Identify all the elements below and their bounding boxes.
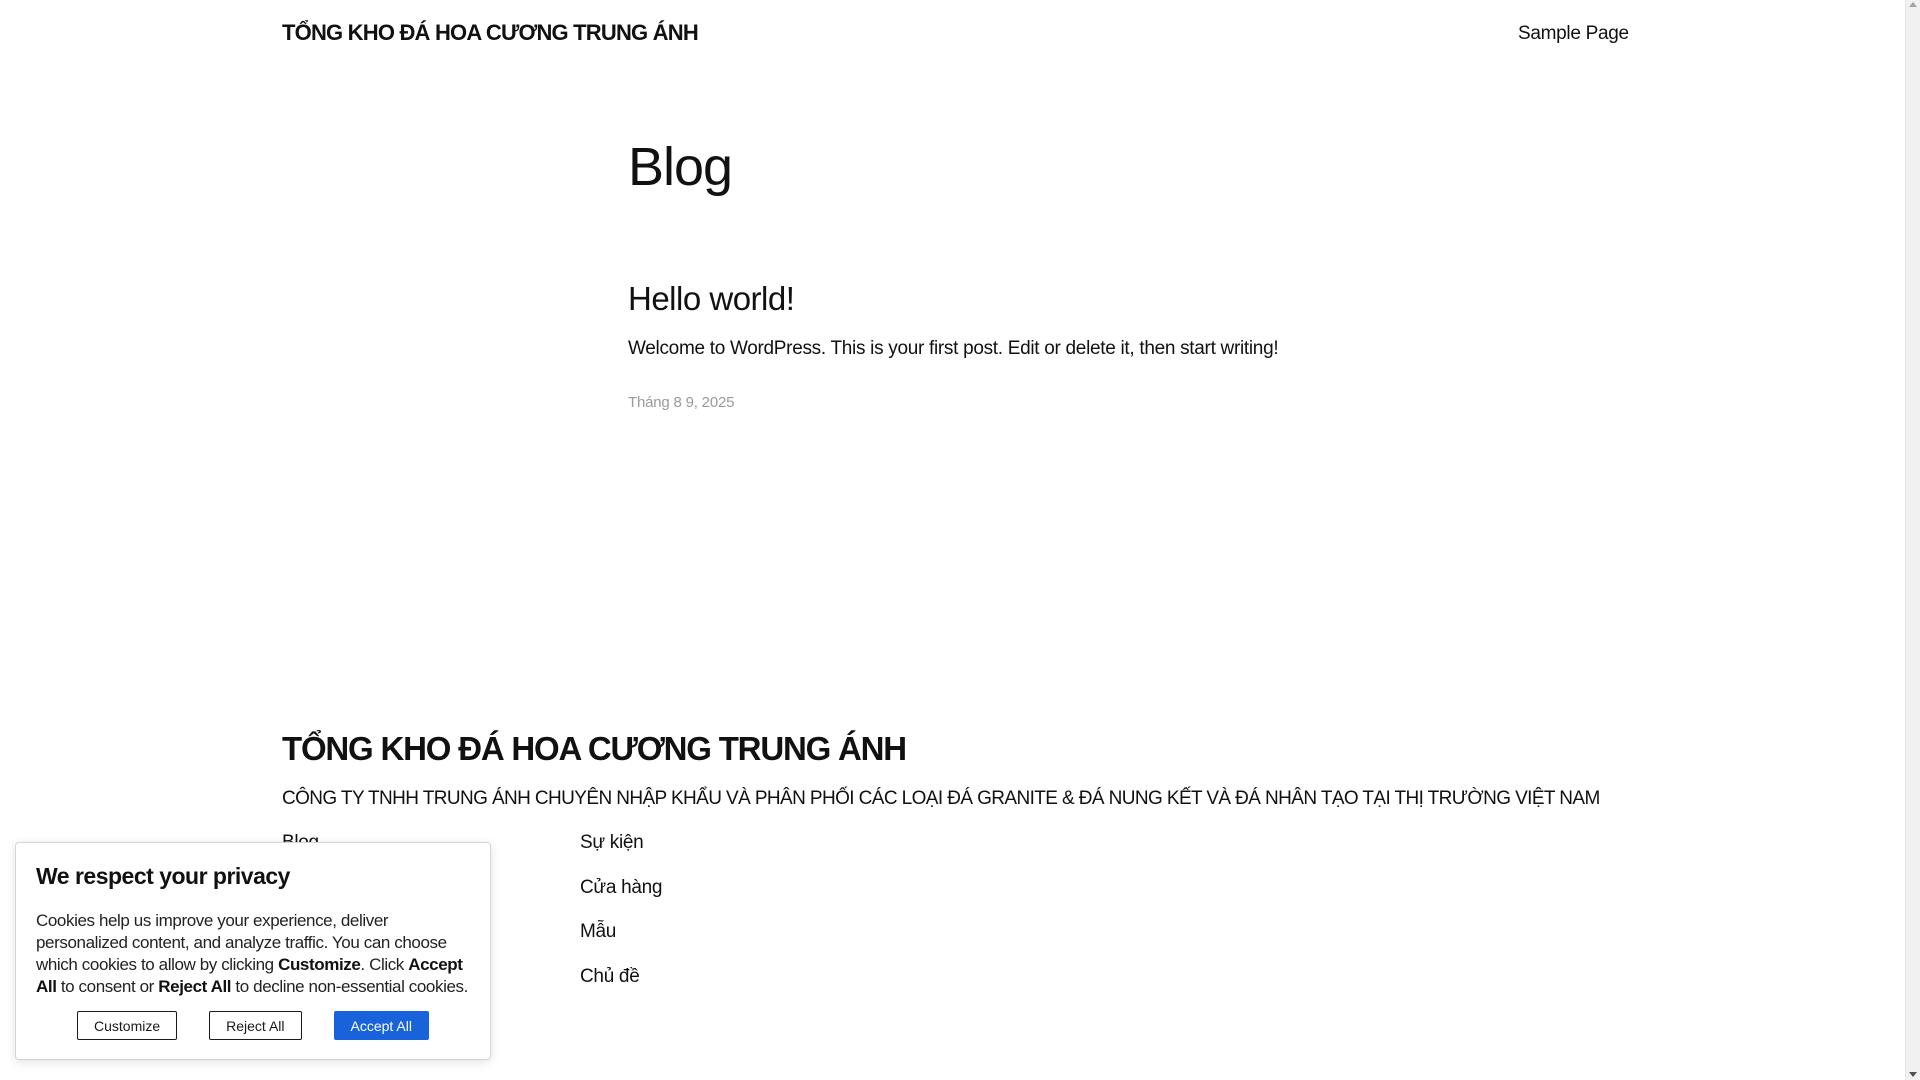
post-title-link[interactable]: Hello world! [628, 280, 795, 318]
footer-nav-column-2: Sự kiện Cửa hàng Mẫu Chủ đề [580, 832, 662, 1010]
cookie-text-part: to decline non-essential cookies. [231, 977, 468, 996]
footer-link-su-kien[interactable]: Sự kiện [580, 832, 662, 877]
nav-sample-page[interactable]: Sample Page [1518, 23, 1629, 45]
cookie-text-customize: Customize [278, 955, 361, 974]
post-excerpt: Welcome to WordPress. This is your first… [628, 338, 1279, 359]
cookie-consent-banner: We respect your privacy Cookies help us … [15, 842, 491, 1060]
page: TỔNG KHO ĐÁ HOA CƯƠNG TRUNG ÁNH Sample P… [0, 0, 1920, 1080]
accept-all-button[interactable]: Accept All [333, 1011, 429, 1040]
site-title[interactable]: TỔNG KHO ĐÁ HOA CƯƠNG TRUNG ÁNH [282, 20, 699, 46]
footer-tagline: CÔNG TY TNHH TRUNG ÁNH CHUYÊN NHẬP KHẨU … [282, 788, 1600, 809]
cookie-text-reject-all: Reject All [158, 977, 232, 996]
footer-link-mau[interactable]: Mẫu [580, 921, 662, 966]
scroll-up-arrow-icon[interactable] [1909, 2, 1917, 7]
customize-button[interactable]: Customize [77, 1011, 178, 1040]
page-title: Blog [628, 137, 733, 197]
post-date: Tháng 8 9, 2025 [628, 394, 735, 411]
footer-link-cua-hang[interactable]: Cửa hàng [580, 877, 662, 922]
cookie-text-part: . Click [360, 955, 409, 974]
scroll-down-arrow-icon[interactable] [1909, 1072, 1917, 1077]
reject-all-button[interactable]: Reject All [209, 1011, 302, 1040]
cookie-text-part: to consent or [56, 977, 159, 996]
footer-site-title[interactable]: TỔNG KHO ĐÁ HOA CƯƠNG TRUNG ÁNH [282, 730, 907, 768]
cookie-button-row: Customize Reject All Accept All [16, 1011, 490, 1040]
cookie-description: Cookies help us improve your experience,… [36, 910, 470, 998]
vertical-scrollbar[interactable] [1905, 0, 1920, 1080]
footer-link-chu-de[interactable]: Chủ đề [580, 966, 662, 1011]
cookie-heading: We respect your privacy [36, 863, 290, 889]
